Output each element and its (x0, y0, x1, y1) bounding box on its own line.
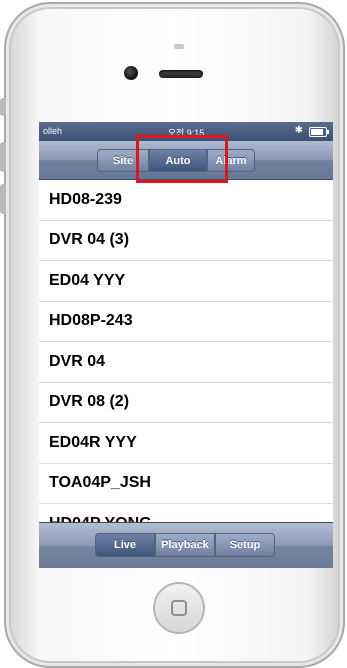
segment-auto[interactable]: Auto (149, 149, 207, 172)
list-item[interactable]: HD08P-243 (39, 302, 333, 342)
device-list: HD08-239 DVR 04 (3) ED04 YYY HD08P-243 D… (39, 180, 333, 522)
bottom-tab-bar: Live Playback Setup (39, 522, 333, 568)
home-square-icon (171, 600, 187, 616)
proximity-sensor (174, 44, 184, 49)
earpiece-speaker (159, 70, 203, 78)
screen: olleh 오전 9:15 ✱ Site Auto Alarm HD08-239… (39, 122, 333, 568)
phone-frame: olleh 오전 9:15 ✱ Site Auto Alarm HD08-239… (0, 2, 345, 668)
tab-playback[interactable]: Playback (155, 533, 215, 557)
front-camera-icon (124, 66, 138, 80)
list-item[interactable]: DVR 04 (3) (39, 221, 333, 261)
list-item[interactable]: DVR 08 (2) (39, 383, 333, 423)
battery-icon (309, 127, 329, 137)
status-bar: olleh 오전 9:15 ✱ (39, 122, 333, 141)
segment-alarm[interactable]: Alarm (207, 149, 255, 172)
home-button[interactable] (153, 582, 205, 634)
bluetooth-icon: ✱ (294, 125, 303, 136)
navigation-bar: Site Auto Alarm (39, 141, 333, 180)
list-item[interactable]: HD08-239 (39, 180, 333, 221)
list-item[interactable]: TOA04P_JSH (39, 464, 333, 504)
volume-up-button (0, 142, 6, 172)
list-item[interactable]: ED04 YYY (39, 261, 333, 302)
list-item[interactable]: HD04P YONG (39, 504, 333, 522)
list-item[interactable]: ED04R YYY (39, 423, 333, 464)
volume-down-button (0, 184, 6, 214)
tab-setup[interactable]: Setup (215, 533, 275, 557)
segment-site[interactable]: Site (97, 149, 149, 172)
mute-switch (0, 98, 6, 116)
tab-live[interactable]: Live (95, 533, 155, 557)
status-time: 오전 9:15 (167, 128, 205, 138)
list-item[interactable]: DVR 04 (39, 342, 333, 383)
